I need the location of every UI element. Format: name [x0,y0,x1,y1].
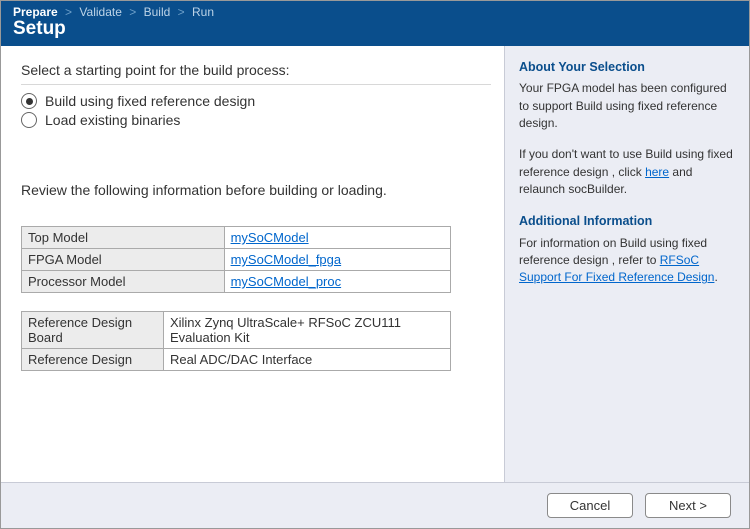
additional-info-heading: Additional Information [519,212,735,230]
breadcrumb: Prepare > Validate > Build > Run [13,5,737,19]
cell-value: mySoCModel [224,227,450,249]
window: Prepare > Validate > Build > Run Setup S… [0,0,750,529]
review-label: Review the following information before … [21,182,484,198]
page-title: Setup [13,18,737,40]
fpga-model-link[interactable]: mySoCModel_fpga [231,252,342,267]
header-bar: Prepare > Validate > Build > Run Setup [1,1,749,46]
crumb-prepare[interactable]: Prepare [13,5,58,19]
radio-icon [21,93,37,109]
table-row: Reference Design Real ADC/DAC Interface [22,349,451,371]
next-button[interactable]: Next > [645,493,731,518]
table-row: FPGA Model mySoCModel_fpga [22,249,451,271]
chevron-right-icon: > [129,5,136,19]
radio-icon [21,112,37,128]
chevron-right-icon: > [178,5,185,19]
about-text: Your FPGA model has been configured to s… [519,80,735,132]
radio-label: Build using fixed reference design [45,93,255,109]
processor-model-link[interactable]: mySoCModel_proc [231,274,342,289]
table-row: Reference Design Board Xilinx Zynq Ultra… [22,312,451,349]
crumb-run[interactable]: Run [192,5,214,19]
alt-text: If you don't want to use Build using fix… [519,146,735,198]
starting-point-prompt: Select a starting point for the build pr… [21,62,484,78]
cell-value: mySoCModel_fpga [224,249,450,271]
radio-label: Load existing binaries [45,112,180,128]
cell-value: Real ADC/DAC Interface [163,349,450,371]
top-model-link[interactable]: mySoCModel [231,230,309,245]
cell-value: mySoCModel_proc [224,271,450,293]
main-panel: Select a starting point for the build pr… [1,46,504,482]
footer-bar: Cancel Next > [1,482,749,528]
cell-key: Processor Model [22,271,225,293]
about-heading: About Your Selection [519,58,735,76]
cell-key: FPGA Model [22,249,225,271]
model-info-table: Top Model mySoCModel FPGA Model mySoCMod… [21,226,451,293]
crumb-build[interactable]: Build [144,5,171,19]
cell-key: Reference Design [22,349,164,371]
cell-key: Top Model [22,227,225,249]
side-panel: About Your Selection Your FPGA model has… [504,46,749,482]
relaunch-here-link[interactable]: here [645,165,669,179]
cancel-button[interactable]: Cancel [547,493,633,518]
radio-option-fixed-design[interactable]: Build using fixed reference design [21,93,484,109]
alt-text-pre: If you don't want to use Build using fix… [519,147,733,178]
cell-value: Xilinx Zynq UltraScale+ RFSoC ZCU111 Eva… [163,312,450,349]
additional-info-text: For information on Build using fixed ref… [519,235,735,287]
radio-option-load-binaries[interactable]: Load existing binaries [21,112,484,128]
info-text-post: . [714,270,717,284]
cell-key: Reference Design Board [22,312,164,349]
chevron-right-icon: > [65,5,72,19]
table-row: Processor Model mySoCModel_proc [22,271,451,293]
divider [21,84,491,85]
content-area: Select a starting point for the build pr… [1,46,749,482]
design-info-table: Reference Design Board Xilinx Zynq Ultra… [21,311,451,371]
table-row: Top Model mySoCModel [22,227,451,249]
crumb-validate[interactable]: Validate [79,5,121,19]
